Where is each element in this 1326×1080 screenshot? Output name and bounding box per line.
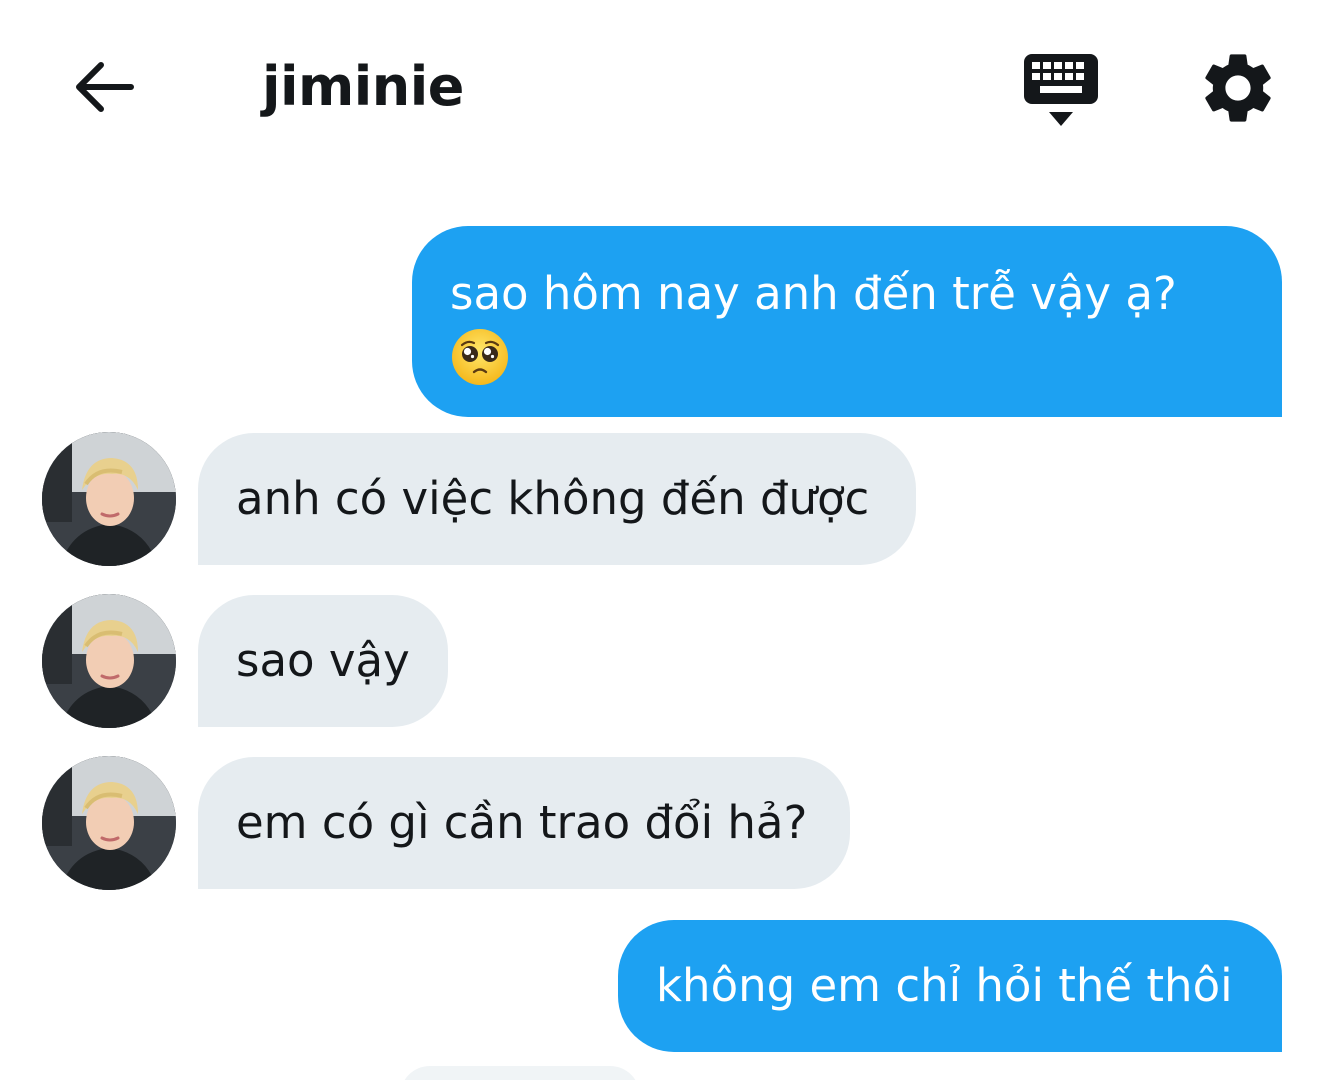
- arrow-left-icon: [76, 62, 134, 112]
- message-text: sao vậy: [236, 634, 410, 687]
- avatar[interactable]: [42, 432, 176, 566]
- message-bubble-sent[interactable]: sao hôm nay anh đến trễ vậy ạ?: [412, 226, 1282, 417]
- dm-conversation-screen: jiminie sao hôm nay anh đến trễ vậy ạ? a…: [0, 0, 1326, 1080]
- profile-photo: [42, 432, 176, 566]
- partial-message-bubble: [400, 1066, 640, 1080]
- conversation-header: jiminie: [0, 0, 1326, 175]
- profile-photo: [42, 594, 176, 728]
- gear-icon: [1205, 54, 1271, 122]
- message-text: anh có việc không đến được: [236, 472, 870, 525]
- message-text: sao hôm nay anh đến trễ vậy ạ?: [450, 267, 1177, 320]
- pleading-face-emoji: [452, 329, 508, 385]
- settings-button[interactable]: [1196, 46, 1280, 130]
- message-bubble-received[interactable]: anh có việc không đến được: [198, 433, 916, 565]
- message-text: không em chỉ hỏi thế thôi: [656, 959, 1233, 1012]
- avatar[interactable]: [42, 756, 176, 890]
- message-text: em có gì cần trao đổi hả?: [236, 796, 808, 849]
- message-bubble-received[interactable]: em có gì cần trao đổi hả?: [198, 757, 850, 889]
- profile-photo: [42, 756, 176, 890]
- keyboard-hide-icon: [1024, 54, 1098, 126]
- message-bubble-received[interactable]: sao vậy: [198, 595, 448, 727]
- message-bubble-sent[interactable]: không em chỉ hỏi thế thôi: [618, 920, 1282, 1052]
- keyboard-hide-button[interactable]: [1018, 48, 1104, 134]
- avatar[interactable]: [42, 594, 176, 728]
- back-button[interactable]: [66, 50, 140, 124]
- conversation-title[interactable]: jiminie: [262, 52, 464, 122]
